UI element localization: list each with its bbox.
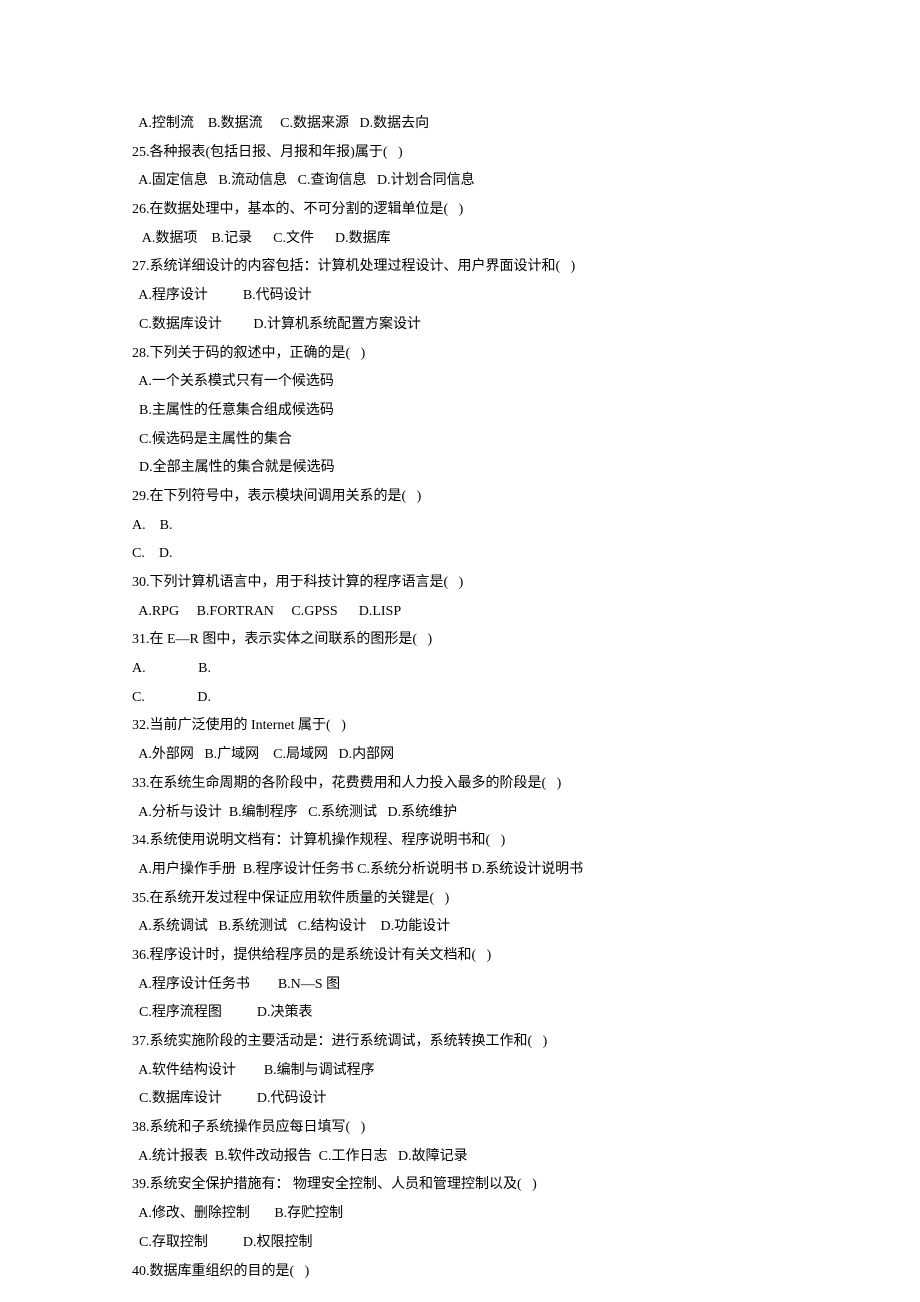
option-line: A. B. — [132, 512, 772, 541]
question-36: 36.程序设计时，提供给程序员的是系统设计有关文档和( ) — [132, 942, 772, 971]
option-line: A.RPG B.FORTRAN C.GPSS D.LISP — [132, 598, 772, 627]
option-line: B.主属性的任意集合组成候选码 — [132, 397, 772, 426]
option-line: A.控制流 B.数据流 C.数据来源 D.数据去向 — [132, 110, 772, 139]
question-31: 31.在 E—R 图中，表示实体之间联系的图形是( ) — [132, 626, 772, 655]
document-page: A.控制流 B.数据流 C.数据来源 D.数据去向 25.各种报表(包括日报、月… — [0, 0, 772, 1286]
option-line: A.一个关系模式只有一个候选码 — [132, 368, 772, 397]
option-line: C. D. — [132, 684, 772, 713]
question-30: 30.下列计算机语言中，用于科技计算的程序语言是( ) — [132, 569, 772, 598]
question-40: 40.数据库重组织的目的是( ) — [132, 1258, 772, 1287]
question-37: 37.系统实施阶段的主要活动是：进行系统调试，系统转换工作和( ) — [132, 1028, 772, 1057]
option-line: C.候选码是主属性的集合 — [132, 426, 772, 455]
option-line: A.系统调试 B.系统测试 C.结构设计 D.功能设计 — [132, 913, 772, 942]
option-line: A.程序设计 B.代码设计 — [132, 282, 772, 311]
question-25: 25.各种报表(包括日报、月报和年报)属于( ) — [132, 139, 772, 168]
question-29: 29.在下列符号中，表示模块间调用关系的是( ) — [132, 483, 772, 512]
option-line: A.外部网 B.广域网 C.局域网 D.内部网 — [132, 741, 772, 770]
option-line: C.数据库设计 D.代码设计 — [132, 1085, 772, 1114]
option-line: A. B. — [132, 655, 772, 684]
option-line: C.存取控制 D.权限控制 — [132, 1229, 772, 1258]
option-line: A.数据项 B.记录 C.文件 D.数据库 — [132, 225, 772, 254]
option-line: C.数据库设计 D.计算机系统配置方案设计 — [132, 311, 772, 340]
question-26: 26.在数据处理中，基本的、不可分割的逻辑单位是( ) — [132, 196, 772, 225]
question-38: 38.系统和子系统操作员应每日填写( ) — [132, 1114, 772, 1143]
question-39: 39.系统安全保护措施有： 物理安全控制、人员和管理控制以及( ) — [132, 1171, 772, 1200]
option-line: A.修改、删除控制 B.存贮控制 — [132, 1200, 772, 1229]
option-line: A.软件结构设计 B.编制与调试程序 — [132, 1057, 772, 1086]
question-33: 33.在系统生命周期的各阶段中，花费费用和人力投入最多的阶段是( ) — [132, 770, 772, 799]
question-35: 35.在系统开发过程中保证应用软件质量的关键是( ) — [132, 885, 772, 914]
question-32: 32.当前广泛使用的 Internet 属于( ) — [132, 712, 772, 741]
question-28: 28.下列关于码的叙述中，正确的是( ) — [132, 340, 772, 369]
option-line: C. D. — [132, 540, 772, 569]
option-line: D.全部主属性的集合就是候选码 — [132, 454, 772, 483]
option-line: A.固定信息 B.流动信息 C.查询信息 D.计划合同信息 — [132, 167, 772, 196]
option-line: A.统计报表 B.软件改动报告 C.工作日志 D.故障记录 — [132, 1143, 772, 1172]
question-34: 34.系统使用说明文档有：计算机操作规程、程序说明书和( ) — [132, 827, 772, 856]
option-line: A.用户操作手册 B.程序设计任务书 C.系统分析说明书 D.系统设计说明书 — [132, 856, 772, 885]
question-27: 27.系统详细设计的内容包括：计算机处理过程设计、用户界面设计和( ) — [132, 253, 772, 282]
option-line: C.程序流程图 D.决策表 — [132, 999, 772, 1028]
option-line: A.分析与设计 B.编制程序 C.系统测试 D.系统维护 — [132, 799, 772, 828]
option-line: A.程序设计任务书 B.N—S 图 — [132, 971, 772, 1000]
